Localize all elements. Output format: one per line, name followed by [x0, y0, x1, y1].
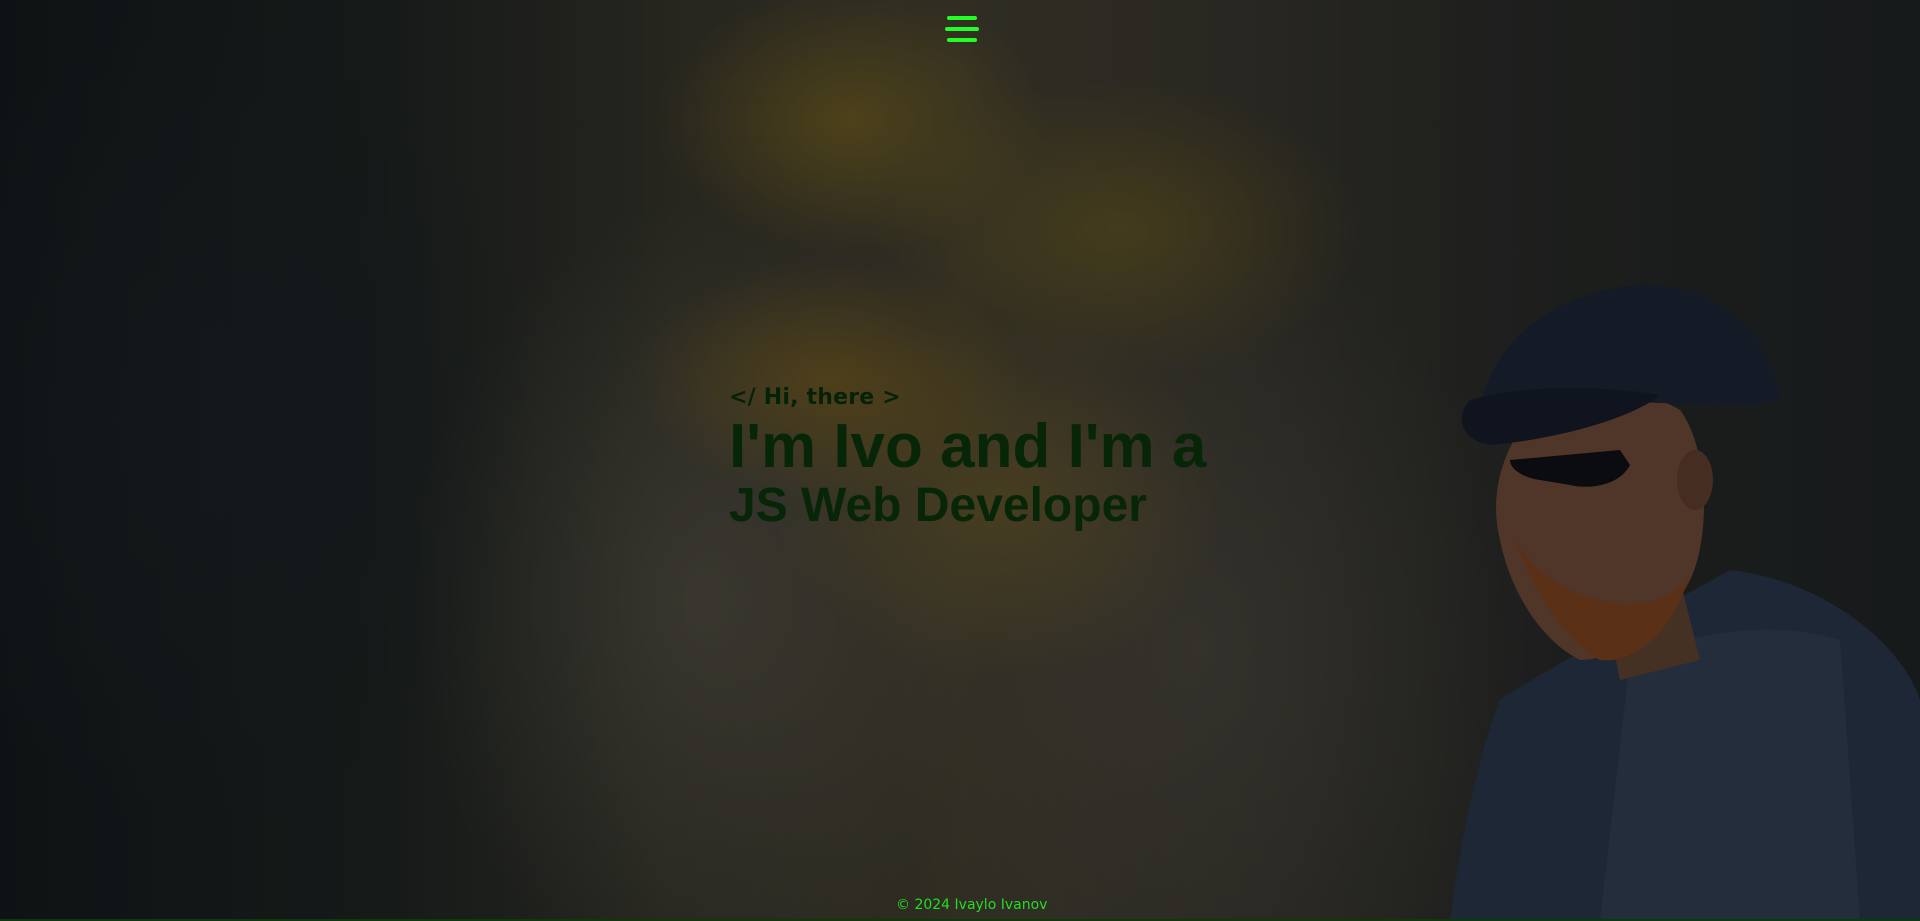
footer: © 2024 Ivaylo Ivanov	[0, 891, 1920, 921]
page: </ Hi, there > I'm Ivo and I'm a JS Web …	[0, 0, 1920, 921]
hamburger-menu-icon[interactable]	[945, 16, 979, 46]
hero-greeting: </ Hi, there >	[729, 385, 901, 410]
hero-headline-line2: JS Web Developer	[729, 479, 1147, 532]
hero-headline-line1: I'm Ivo and I'm a	[729, 412, 1207, 481]
footer-copyright: © 2024 Ivaylo Ivanov	[896, 897, 1048, 913]
menu-bar-middle	[945, 27, 979, 31]
menu-bar-top	[947, 16, 977, 20]
hero-text: </ Hi, there > I'm Ivo and I'm a JS Web …	[729, 385, 1206, 534]
menu-bar-bottom	[947, 38, 977, 42]
